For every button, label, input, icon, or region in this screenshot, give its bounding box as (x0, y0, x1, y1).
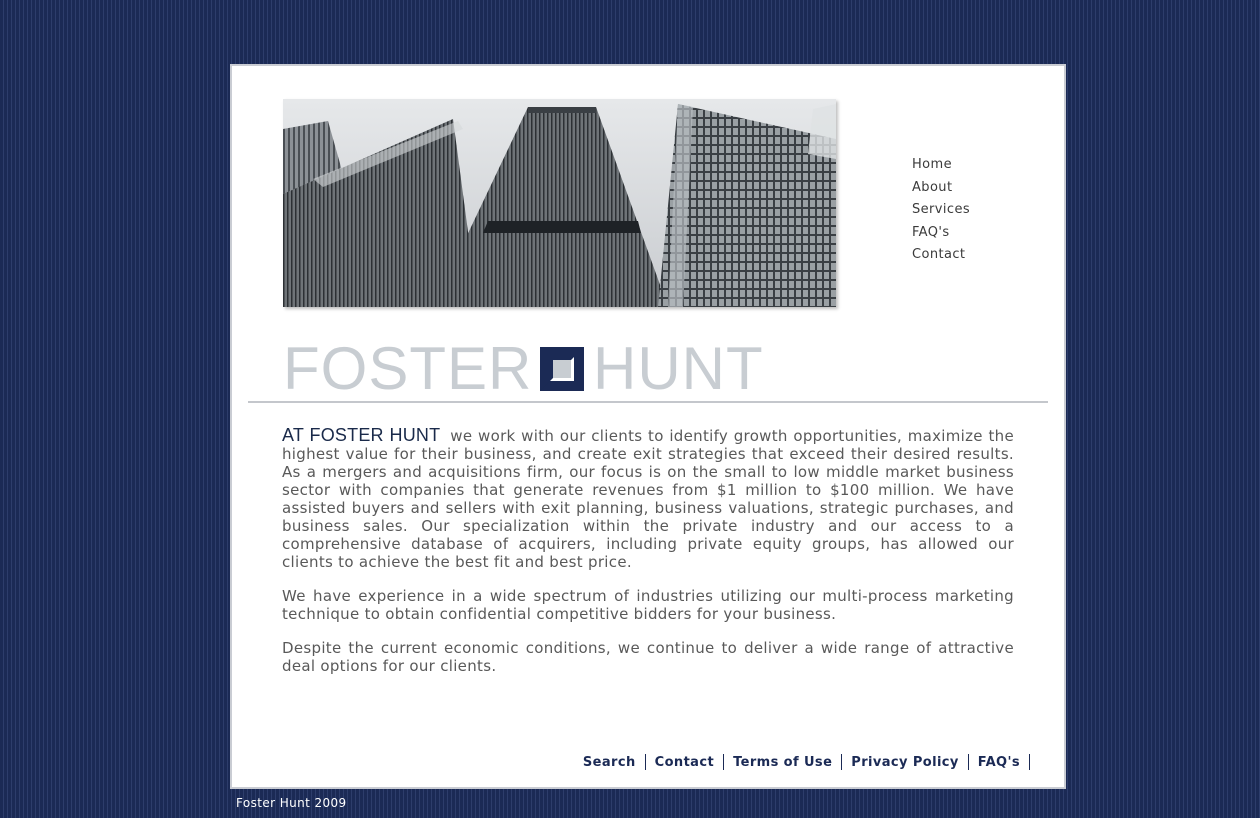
experience-paragraph: We have experience in a wide spectrum of… (282, 587, 1014, 623)
hero-image-skyscrapers (283, 99, 836, 307)
logo-mark-icon (540, 347, 584, 391)
logo-word-hunt: HUNT (593, 335, 764, 402)
nav-item-home[interactable]: Home (912, 154, 970, 177)
nav-item-about[interactable]: About (912, 177, 970, 200)
foster-hunt-logo: FOSTER HUNT (283, 335, 773, 402)
footer-link-search[interactable]: Search (574, 755, 645, 770)
copyright-text: Foster Hunt 2009 (236, 796, 347, 810)
main-nav: Home About Services FAQ's Contact (912, 154, 970, 267)
main-content: AT FOSTER HUNT we work with our clients t… (282, 426, 1014, 691)
intro-lead: AT FOSTER HUNT (282, 425, 441, 445)
intro-paragraph: AT FOSTER HUNT we work with our clients t… (282, 426, 1014, 571)
nav-item-services[interactable]: Services (912, 199, 970, 222)
footer-link-privacy[interactable]: Privacy Policy (842, 755, 968, 770)
header-divider (248, 401, 1048, 403)
footer-separator (1029, 754, 1030, 770)
nav-item-faqs[interactable]: FAQ's (912, 222, 970, 245)
conditions-paragraph: Despite the current economic conditions,… (282, 639, 1014, 675)
footer-links: Search Contact Terms of Use Privacy Poli… (574, 754, 1030, 770)
footer-link-contact[interactable]: Contact (646, 755, 723, 770)
nav-item-contact[interactable]: Contact (912, 244, 970, 267)
footer-link-terms[interactable]: Terms of Use (724, 755, 841, 770)
footer-link-faqs[interactable]: FAQ's (969, 755, 1029, 770)
logo-word-foster: FOSTER (283, 335, 533, 402)
page-frame: Home About Services FAQ's Contact FOSTER… (230, 64, 1066, 789)
intro-text: we work with our clients to identify gro… (282, 427, 1014, 571)
